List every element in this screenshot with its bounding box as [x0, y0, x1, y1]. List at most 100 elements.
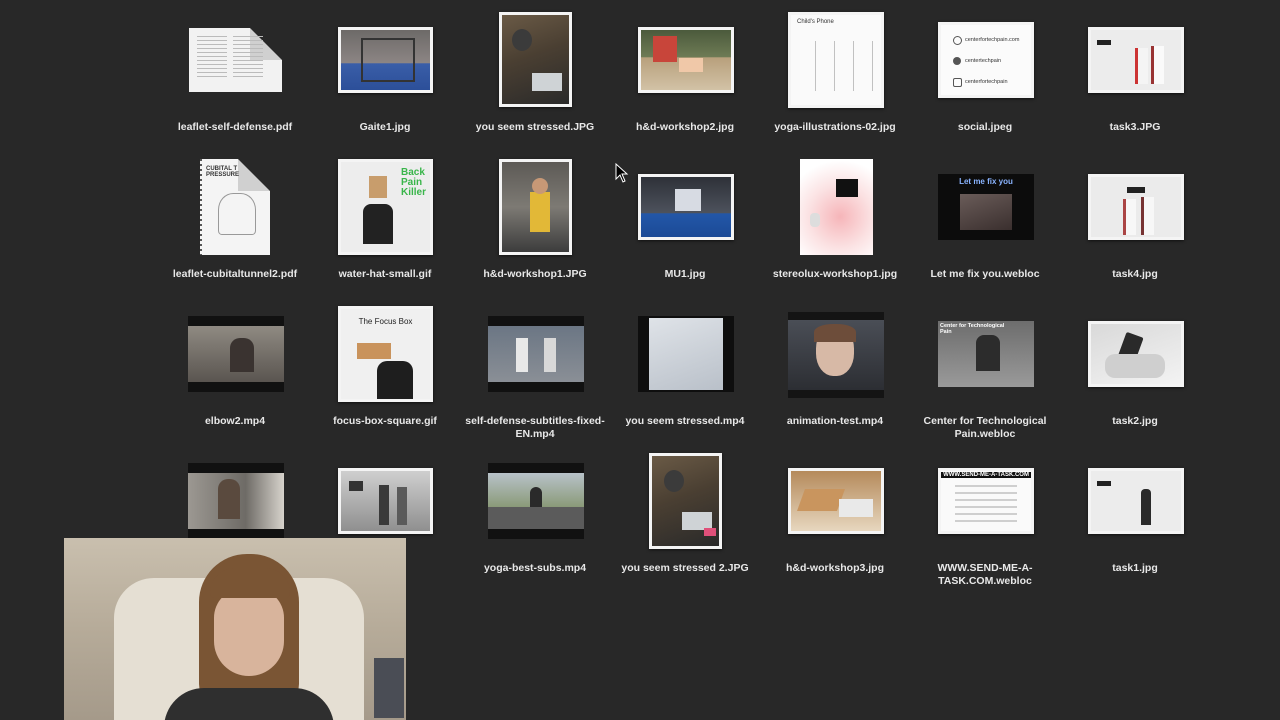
webcam-overlay [64, 538, 406, 720]
file-label: task3.JPG [1109, 121, 1161, 133]
file-let-me-fix-you[interactable]: Let me fix you Let me fix you.webloc [910, 157, 1060, 287]
file-label: water-hat-small.gif [338, 268, 432, 280]
video-thumbnail [638, 316, 734, 392]
image-thumbnail [1088, 27, 1184, 93]
thumb-title: The Focus Box [358, 317, 413, 326]
file-label: leaflet-cubitaltunnel2.pdf [172, 268, 298, 280]
file-label: focus-box-square.gif [333, 415, 437, 427]
file-water-hat-small[interactable]: Back Pain Killer water-hat-small.gif [310, 157, 460, 287]
file-task1[interactable]: task1.jpg [1060, 451, 1210, 586]
file-social[interactable]: centerfortechpain.com centertechpain cen… [910, 10, 1060, 140]
video-thumbnail [488, 316, 584, 392]
file-you-seem-stressed-mp4[interactable]: you seem stressed.mp4 [610, 304, 760, 439]
image-thumbnail [338, 27, 433, 93]
file-label: Center for Technological Pain.webloc [923, 415, 1047, 440]
video-thumbnail [188, 463, 284, 539]
file-label: h&d-workshop3.jpg [786, 562, 884, 574]
image-thumbnail [638, 174, 734, 240]
image-thumbnail [788, 468, 884, 534]
file-label: MU1.jpg [664, 268, 706, 280]
file-hd-workshop2[interactable]: h&d-workshop2.jpg [610, 10, 760, 140]
file-task3[interactable]: task3.JPG [1060, 10, 1210, 140]
thumb-title: Back Pain Killer [401, 167, 427, 198]
social-line-3: centerfortechpain [965, 79, 1008, 85]
pdf-thumbnail: CUBITAL T PRESSURE [200, 159, 270, 255]
image-thumbnail: Back Pain Killer [338, 159, 433, 255]
image-thumbnail: The Focus Box [338, 306, 433, 402]
file-label: yoga-illustrations-02.jpg [774, 121, 896, 133]
file-focus-box-square[interactable]: The Focus Box focus-box-square.gif [310, 304, 460, 439]
image-thumbnail [800, 159, 873, 255]
thumb-title: Let me fix you [959, 177, 1013, 186]
video-thumbnail [488, 463, 584, 539]
file-task2[interactable]: task2.jpg [1060, 304, 1210, 439]
webloc-thumbnail: Center for Technological Pain [938, 321, 1034, 387]
file-self-defense-subtitles[interactable]: self-defense-subtitles-fixed-EN.mp4 [460, 304, 610, 440]
file-hd-workshop1[interactable]: h&d-workshop1.JPG [460, 157, 610, 287]
pdf-thumbnail [189, 28, 282, 92]
file-label: stereolux-workshop1.jpg [772, 268, 898, 280]
thumb-title: CUBITAL T PRESSURE [206, 166, 240, 178]
image-thumbnail [638, 27, 734, 93]
file-center-for-technological-pain[interactable]: Center for Technological Pain Center for… [910, 304, 1060, 440]
file-you-seem-stressed-jpg[interactable]: you seem stressed.JPG [460, 10, 610, 140]
image-thumbnail [1088, 174, 1184, 240]
file-label: task1.jpg [1112, 562, 1158, 574]
file-yoga-illustrations-02[interactable]: Child's Phone yoga-illustrations-02.jpg [760, 10, 910, 140]
file-hd-workshop3[interactable]: h&d-workshop3.jpg [760, 451, 910, 586]
file-stereolux-workshop1[interactable]: stereolux-workshop1.jpg [760, 157, 910, 287]
webloc-thumbnail: Let me fix you [938, 174, 1034, 240]
webcam-person-face [214, 588, 284, 676]
file-label: leaflet-self-defense.pdf [177, 121, 293, 133]
thumb-title: Center for Technological Pain [940, 323, 1005, 335]
thumb-title: Child's Phone [797, 19, 834, 25]
file-gaite1[interactable]: Gaite1.jpg [310, 10, 460, 140]
image-thumbnail [499, 159, 572, 255]
file-label: task2.jpg [1112, 415, 1158, 427]
arrow-cursor-icon [615, 163, 629, 183]
file-label: you seem stressed.JPG [475, 121, 595, 133]
bird-icon [953, 57, 961, 65]
file-leaflet-self-defense[interactable]: leaflet-self-defense.pdf [160, 10, 310, 140]
file-send-me-a-task[interactable]: WWW.SEND-ME-A-TASK.COM WWW.SEND-ME-A-TAS… [910, 451, 1060, 587]
file-label: Gaite1.jpg [359, 121, 411, 133]
file-label: you seem stressed 2.JPG [621, 562, 749, 574]
image-thumbnail [649, 453, 722, 549]
file-label: social.jpeg [957, 121, 1013, 133]
file-label: h&d-workshop1.JPG [483, 268, 587, 280]
webcam-frame [374, 658, 404, 718]
thumb-title: WWW.SEND-ME-A-TASK.COM [941, 472, 1031, 478]
webcam-person-shirt [164, 688, 334, 720]
file-label: self-defense-subtitles-fixed-EN.mp4 [465, 415, 605, 440]
image-thumbnail [499, 12, 572, 107]
file-label: Let me fix you.webloc [930, 268, 1040, 280]
file-label: task4.jpg [1112, 268, 1158, 280]
file-yoga-best-subs[interactable]: yoga-best-subs.mp4 [460, 451, 610, 586]
image-thumbnail [1088, 468, 1184, 534]
file-animation-test[interactable]: animation-test.mp4 [760, 304, 910, 439]
video-thumbnail [188, 316, 284, 392]
desktop-file-grid: leaflet-self-defense.pdf Gaite1.jpg you … [0, 0, 1280, 720]
file-task4[interactable]: task4.jpg [1060, 157, 1210, 287]
file-you-seem-stressed-2[interactable]: you seem stressed 2.JPG [610, 451, 760, 586]
social-line-1: centerfortechpain.com [965, 37, 1020, 43]
image-thumbnail: Child's Phone [788, 12, 884, 108]
file-label: h&d-workshop2.jpg [636, 121, 734, 133]
file-label: animation-test.mp4 [786, 415, 884, 427]
file-label: yoga-best-subs.mp4 [483, 562, 587, 574]
image-thumbnail: centerfortechpain.com centertechpain cen… [938, 22, 1034, 98]
image-thumbnail [338, 468, 433, 534]
file-elbow2[interactable]: elbow2.mp4 [160, 304, 310, 439]
globe-icon [953, 36, 962, 45]
webloc-thumbnail: WWW.SEND-ME-A-TASK.COM [938, 468, 1034, 534]
image-thumbnail [1088, 321, 1184, 387]
video-thumbnail [788, 312, 884, 398]
file-label: you seem stressed.mp4 [625, 415, 745, 427]
file-leaflet-cubitaltunnel2[interactable]: CUBITAL T PRESSURE leaflet-cubitaltunnel… [160, 157, 310, 287]
camera-icon [953, 78, 962, 87]
webcam-person-bangs [210, 568, 290, 598]
file-mu1[interactable]: MU1.jpg [610, 157, 760, 287]
file-label: elbow2.mp4 [204, 415, 266, 427]
social-line-2: centertechpain [965, 58, 1002, 64]
file-label: WWW.SEND-ME-A-TASK.COM.webloc [937, 562, 1033, 587]
